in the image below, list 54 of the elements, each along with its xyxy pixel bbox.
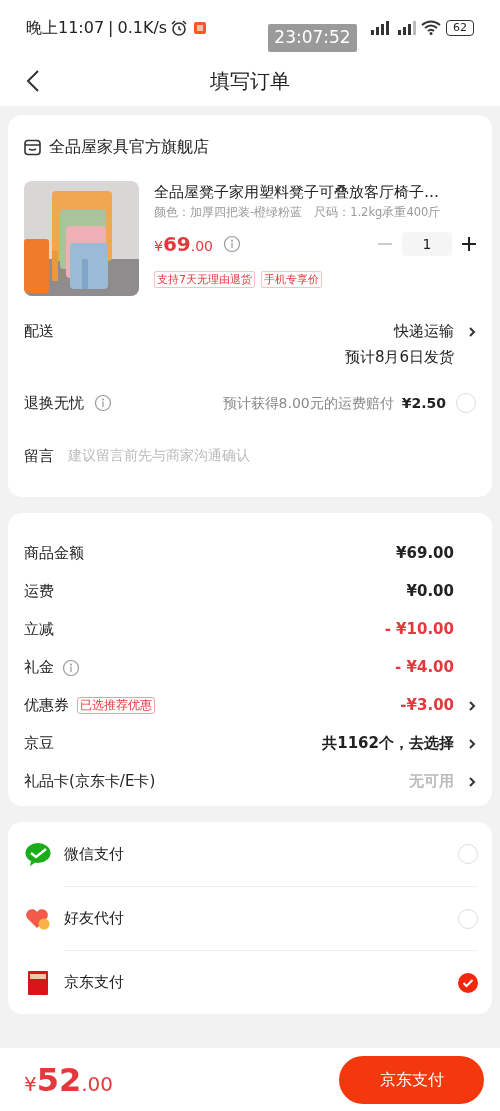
product-title[interactable]: 全品屋凳子家用塑料凳子可叠放客厅椅子… — [154, 181, 476, 203]
heart-icon — [25, 906, 51, 931]
total-price: ¥52.00 — [24, 1059, 114, 1101]
summary-label: 商品金额 — [24, 543, 84, 565]
info-icon[interactable] — [94, 394, 112, 413]
return-insurance-label: 退换无忧 — [24, 393, 84, 414]
summary-value: - ¥4.00 — [395, 657, 454, 679]
battery-indicator: 62 — [446, 19, 474, 36]
summary-value[interactable]: -¥3.00 — [400, 694, 454, 717]
summary-value: ¥0.00 — [406, 581, 454, 603]
info-icon[interactable] — [223, 235, 242, 254]
delivery-label: 配送 — [24, 321, 54, 342]
message-label: 留言 — [24, 445, 54, 467]
payment-method[interactable]: 京东支付 — [64, 971, 124, 994]
chat-bubble-icon — [25, 842, 51, 866]
product-price: ¥69.00 — [154, 231, 214, 259]
summary-label: 礼金 — [24, 657, 54, 679]
store-icon — [24, 138, 41, 156]
wifi-icon — [421, 20, 441, 35]
status-time: 晚上11:07 — [26, 16, 105, 39]
insurance-note: 预计获得8.00元的运费赔付 — [222, 393, 394, 413]
summary-label: 优惠券 — [24, 695, 69, 717]
product-spec: 颜色：加厚四把装-橙绿粉蓝 尺码：1.2kg承重400斤 — [154, 204, 442, 221]
chevron-right-icon — [468, 326, 476, 338]
time-overlay: 23:07:52 — [268, 24, 357, 52]
status-divider: | — [108, 16, 114, 39]
summary-label: 立减 — [24, 619, 54, 641]
app-notification-icon — [194, 21, 207, 34]
summary-label: 运费 — [24, 581, 54, 603]
message-field[interactable]: 建议留言前先与商家沟通确认 — [68, 445, 476, 467]
delivery-method[interactable]: 快递运输 — [394, 320, 454, 343]
payment-method[interactable]: 微信支付 — [64, 842, 124, 866]
insurance-price: ¥2.50 — [401, 393, 446, 413]
coupon-tag: 已选推荐优惠 — [77, 697, 155, 714]
summary-value[interactable]: 共1162个，去选择 — [322, 732, 454, 755]
page-title: 填写订单 — [210, 67, 290, 95]
summary-label: 礼品卡(京东卡/E卡) — [24, 771, 156, 793]
summary-label: 京豆 — [24, 733, 54, 755]
card-icon — [25, 969, 51, 996]
summary-value: - ¥10.00 — [384, 619, 454, 641]
pay-button[interactable]: 京东支付 — [339, 1055, 484, 1104]
payment-method[interactable]: 好友代付 — [64, 907, 124, 930]
info-icon[interactable] — [62, 658, 80, 677]
plus-icon[interactable] — [462, 237, 476, 252]
selected-radio[interactable] — [458, 972, 478, 993]
summary-value: ¥69.00 — [396, 543, 454, 565]
quantity-field[interactable]: 1 — [402, 232, 452, 257]
network-speed: 0.1K/s — [117, 16, 168, 39]
back-icon[interactable] — [26, 68, 40, 93]
store-name[interactable]: 全品屋家具官方旗舰店 — [49, 135, 209, 159]
product-tag: 支持7天无理由退货 — [154, 271, 255, 289]
product-tag: 手机专享价 — [261, 271, 322, 289]
alarm-icon — [170, 18, 189, 37]
delivery-eta: 预计8月6日发货 — [344, 346, 454, 368]
